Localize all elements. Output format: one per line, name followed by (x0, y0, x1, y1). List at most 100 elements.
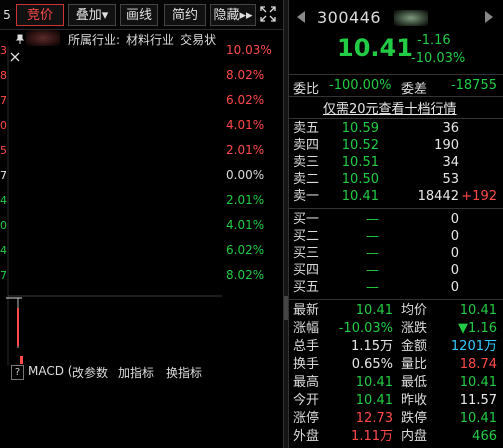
stat-value: 10.41 (355, 375, 393, 390)
stat-row: 外盘 1.11万 内盘 466 (289, 428, 503, 446)
stat-label: 今开 (293, 393, 320, 408)
stat-label: 涨跌 (401, 321, 428, 336)
indicator-bar: ? MACD ( 改参数 加指标 换指标 (8, 362, 283, 384)
stat-value: 10.41 (459, 411, 497, 426)
ask-row: 卖二 10.50 53 (289, 172, 503, 188)
stat-row: 最新 10.41 均价 10.41 (289, 302, 503, 320)
bid-price: — (366, 229, 379, 244)
switch-indicator-button[interactable]: 换指标 (166, 364, 202, 381)
stat-row: 总手 1.15万 金额 1201万 (289, 338, 503, 356)
ask-label: 卖三 (293, 155, 320, 170)
ask-volume: 190 (434, 138, 459, 153)
pin-icon[interactable] (15, 34, 25, 44)
bid-row: 买一 — 0 (289, 212, 503, 228)
tab-hide[interactable]: 隐藏▸▸ (210, 4, 256, 26)
ask-label: 卖二 (293, 172, 320, 187)
stat-value: 10.41 (459, 375, 497, 390)
stat-label: 跌停 (401, 411, 428, 426)
ask-label: 卖五 (293, 121, 320, 136)
ask-price: 10.52 (341, 138, 379, 153)
help-icon[interactable]: ? (11, 365, 24, 380)
stat-label: 外盘 (293, 429, 320, 444)
add-indicator-button[interactable]: 加指标 (118, 364, 154, 381)
tab-bidding[interactable]: 竞价 (16, 4, 64, 26)
stat-value: 1201万 (450, 339, 497, 354)
tab-draw[interactable]: 画线 (120, 4, 158, 26)
ask-row: 卖三 10.51 34 (289, 155, 503, 171)
ask-price: 10.59 (341, 121, 379, 136)
stat-row: 最高 10.41 最低 10.41 (289, 374, 503, 392)
ask-price: 10.41 (341, 189, 379, 204)
triangle-left-icon[interactable] (295, 10, 307, 24)
industry-label: 所属行业: (68, 33, 121, 47)
blurred-logo (26, 30, 60, 46)
divider-line (289, 118, 503, 119)
blurred-stock-name (394, 10, 428, 26)
ask-price: 10.51 (341, 155, 379, 170)
expand-icon[interactable] (260, 6, 276, 22)
ask-row: 卖四 10.52 190 (289, 138, 503, 154)
bid-row: 买三 — 0 (289, 246, 503, 262)
weicha-value: -18755 (450, 78, 497, 93)
bid-label: 买三 (293, 246, 320, 261)
bid-volume: 0 (450, 263, 459, 278)
bid-price: — (366, 212, 379, 227)
change-params-button[interactable]: 改参数 (72, 364, 108, 381)
bid-volume: 0 (450, 229, 459, 244)
weibi-value: -100.00% (329, 78, 392, 93)
stat-label: 最新 (293, 303, 320, 318)
stat-value: 10.41 (355, 303, 393, 318)
triangle-right-icon[interactable] (483, 10, 495, 24)
stat-label: 总手 (293, 339, 320, 354)
upgrade-level10-link[interactable]: 仅需20元查看十档行情 (323, 98, 457, 117)
bid-price: — (366, 280, 379, 295)
ask-row: 卖一 10.41 18442 +192 (289, 189, 503, 205)
stat-value: 12.73 (355, 411, 393, 426)
divider-line (289, 96, 503, 97)
stat-value: 10.41 (459, 303, 497, 318)
stat-value: ▼1.16 (458, 321, 497, 336)
bid-label: 买五 (293, 280, 320, 295)
divider-line (289, 299, 503, 300)
chart-toolbar: 5 竞价 叠加▾ 画线 简约 隐藏▸▸ (0, 0, 283, 30)
stat-row: 涨停 12.73 跌停 10.41 (289, 410, 503, 428)
stat-label: 涨停 (293, 411, 320, 426)
stat-label: 涨幅 (293, 321, 320, 336)
bid-price: — (366, 246, 379, 261)
divider-handle[interactable] (284, 296, 288, 320)
ask-volume: 53 (442, 172, 459, 187)
stat-label: 金额 (401, 339, 428, 354)
bid-price: — (366, 263, 379, 278)
intraday-chart: 3 8 7 0 5 7 4 0 4 7 10.03% 8.02% 6.02% 4… (0, 43, 283, 366)
stat-value: 1.15万 (351, 339, 393, 354)
bid-label: 买四 (293, 263, 320, 278)
tab-overlay[interactable]: 叠加▾ (68, 4, 116, 26)
tab-simple[interactable]: 简约 (164, 4, 206, 26)
ask-delta: +192 (461, 189, 497, 204)
order-ratio-row: 委比 -100.00% 委差 -18755 (289, 76, 503, 97)
bid-row: 买四 — 0 (289, 263, 503, 279)
stat-label: 换手 (293, 357, 320, 372)
stat-value: 18.74 (459, 357, 497, 372)
bid-volume: 0 (450, 280, 459, 295)
divider-line (289, 74, 503, 75)
weibi-label: 委比 (293, 82, 320, 97)
stat-label: 均价 (401, 303, 428, 318)
chart-canvas (6, 46, 222, 366)
chart-panel: 5 竞价 叠加▾ 画线 简约 隐藏▸▸ 所属行业: 材料行业 交易状 3 8 7 0… (0, 0, 283, 448)
bid-row: 买二 — 0 (289, 229, 503, 245)
bid-label: 买二 (293, 229, 320, 244)
toolbar-edge-label: 5 (3, 8, 11, 22)
stat-value: 11.57 (459, 393, 497, 408)
ask-volume: 36 (442, 121, 459, 136)
bid-row: 买五 — 0 (289, 280, 503, 296)
ask-row: 卖五 10.59 36 (289, 121, 503, 137)
weicha-label: 委差 (401, 82, 428, 97)
stock-code: 300446 (317, 8, 382, 27)
bid-volume: 0 (450, 212, 459, 227)
stat-label: 最低 (401, 375, 428, 390)
ask-volume: 18442 (417, 189, 459, 204)
macd-label[interactable]: MACD ( (28, 364, 72, 378)
bid-label: 买一 (293, 212, 320, 227)
stat-label: 最高 (293, 375, 320, 390)
